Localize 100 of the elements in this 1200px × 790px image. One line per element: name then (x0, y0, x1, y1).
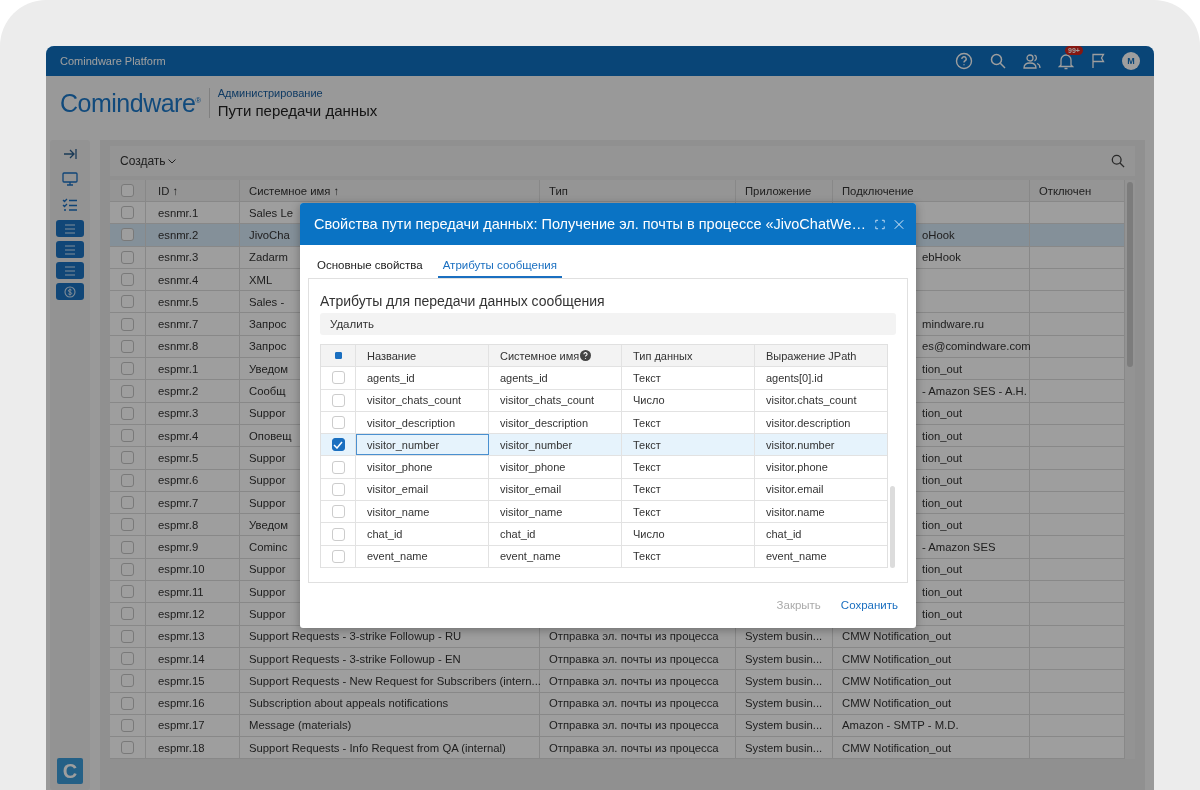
row-checkbox[interactable] (121, 629, 134, 643)
table-cell: event_name (356, 545, 489, 567)
dollar-button[interactable] (56, 283, 84, 300)
collapse-icon[interactable] (63, 148, 77, 160)
table-cell: esnmr.1 (146, 202, 240, 224)
row-checkbox[interactable] (121, 540, 134, 554)
row-checkbox[interactable] (121, 585, 134, 599)
column-header[interactable]: Тип данных (622, 345, 755, 367)
row-checkbox[interactable] (121, 429, 134, 443)
breadcrumb-link[interactable]: Администрирование (217, 87, 378, 99)
table-cell-text: visitor.name (765, 504, 826, 520)
table-cell: System busin... (745, 719, 823, 732)
row-checkbox[interactable] (121, 206, 134, 220)
table-cell: Текст (622, 478, 755, 501)
table-cell: esnmr.4 (146, 268, 240, 291)
monitor-icon[interactable] (62, 172, 78, 186)
tab[interactable]: Атрибуты сообщения (437, 255, 562, 278)
table-cell-text: es@comindware.com (921, 340, 1031, 353)
table-cell: visitor_email (489, 478, 622, 501)
table-cell: visitor_phone (356, 456, 489, 478)
row-checkbox[interactable] (121, 295, 134, 309)
table-cell-text: visitor.chats_count (765, 393, 858, 409)
table-cell: esnmr.7 (146, 313, 240, 335)
table-cell-text: tion_out (921, 496, 963, 509)
table-cell: visitor_phone (489, 456, 622, 478)
table-cell: Отправка эл. почты из процесса (549, 630, 719, 643)
table-cell-text: tion_out (921, 563, 963, 576)
table-cell: Текст (622, 411, 755, 434)
column-header[interactable]: Приложение (736, 180, 833, 201)
row-checkbox[interactable] (121, 652, 134, 666)
column-header[interactable]: Тип (540, 180, 736, 201)
row-checkbox[interactable] (121, 607, 134, 621)
table-cell-text: visitor.number (765, 437, 836, 453)
row-checkbox[interactable] (121, 696, 134, 710)
row-checkbox[interactable] (121, 741, 134, 755)
row-checkbox[interactable] (121, 406, 134, 420)
help-icon[interactable] (955, 52, 973, 70)
table-cell-text: tion_out (921, 429, 963, 442)
table-cell: espmr.2 (146, 380, 240, 402)
row-checkbox[interactable] (121, 473, 134, 487)
list-button[interactable] (56, 220, 84, 237)
row-checkbox[interactable] (121, 562, 134, 576)
table-cell: Support Requests - Info Request from QA (internal) (240, 737, 540, 759)
row-checkbox[interactable] (121, 384, 134, 398)
dollar-icon (64, 285, 76, 298)
column-header[interactable]: Системное имя ↑ (240, 180, 540, 201)
column-header[interactable]: Название (356, 345, 489, 367)
table-cell: Отправка эл. почты из процесса (549, 674, 719, 687)
search-icon[interactable] (1111, 154, 1125, 168)
row-checkbox[interactable] (121, 250, 134, 264)
checklist-icon[interactable] (62, 198, 78, 212)
row-checkbox[interactable] (121, 496, 134, 509)
expand-icon[interactable] (875, 217, 885, 231)
close-icon[interactable] (894, 217, 904, 231)
delete-button[interactable]: Удалить (330, 318, 374, 330)
table-cell-text: oHook (921, 228, 955, 241)
row-checkbox[interactable] (121, 674, 134, 688)
list-button[interactable] (56, 262, 84, 279)
row-checkbox[interactable] (121, 228, 134, 242)
table-cell: espmr.6 (146, 469, 240, 491)
dialog-button[interactable]: Сохранить (832, 595, 906, 616)
select-all-checkbox[interactable] (121, 184, 134, 197)
users-icon[interactable] (1023, 53, 1041, 69)
column-header[interactable]: ID ↑ (146, 180, 240, 201)
table-cell-text: event_name (765, 549, 828, 565)
list-icon (64, 223, 76, 234)
table-cell: Число (622, 389, 755, 411)
table-cell: Текст (622, 367, 755, 389)
row-checkbox[interactable] (121, 518, 134, 532)
create-dropdown[interactable]: Создать (120, 154, 176, 168)
table-cell: espmr.12 (146, 603, 240, 625)
table-cell-text: tion_out (921, 474, 963, 487)
search-icon[interactable] (990, 53, 1006, 69)
table-cell: Support Requests - New Request for Subscribers (intern... (240, 670, 540, 692)
row-checkbox[interactable] (121, 339, 134, 353)
column-header[interactable]: Выражение JPath (755, 345, 888, 367)
table-cell: chat_id (356, 523, 489, 545)
list-button[interactable] (56, 241, 84, 258)
help-icon[interactable] (580, 350, 592, 362)
table-cell-text: - Amazon SES (921, 541, 996, 554)
row-checkbox[interactable] (121, 451, 134, 465)
table-cell: espmr.11 (146, 581, 240, 603)
user-avatar[interactable]: M (1122, 52, 1140, 70)
row-checkbox[interactable] (121, 273, 134, 287)
table-cell: Message (materials) (240, 714, 540, 737)
row-checkbox[interactable] (121, 718, 134, 732)
bell-icon[interactable] (1058, 52, 1074, 70)
row-checkbox[interactable] (121, 317, 134, 331)
app-title: Comindware Platform (60, 55, 166, 67)
row-checkbox[interactable] (331, 438, 345, 452)
table-cell-text: tion_out (921, 362, 963, 375)
flag-icon[interactable] (1091, 53, 1105, 69)
row-checkbox[interactable] (121, 362, 134, 376)
scrollbar-thumb[interactable] (890, 485, 896, 568)
table-cell-text: mindware.ru (921, 318, 985, 331)
table-cell: System busin... (745, 741, 823, 754)
table-cell: System busin... (745, 697, 823, 710)
column-header[interactable]: Подключение (833, 180, 1030, 201)
table-cell-text: visitor.phone (765, 460, 829, 476)
select-all-checkbox[interactable] (334, 352, 342, 360)
